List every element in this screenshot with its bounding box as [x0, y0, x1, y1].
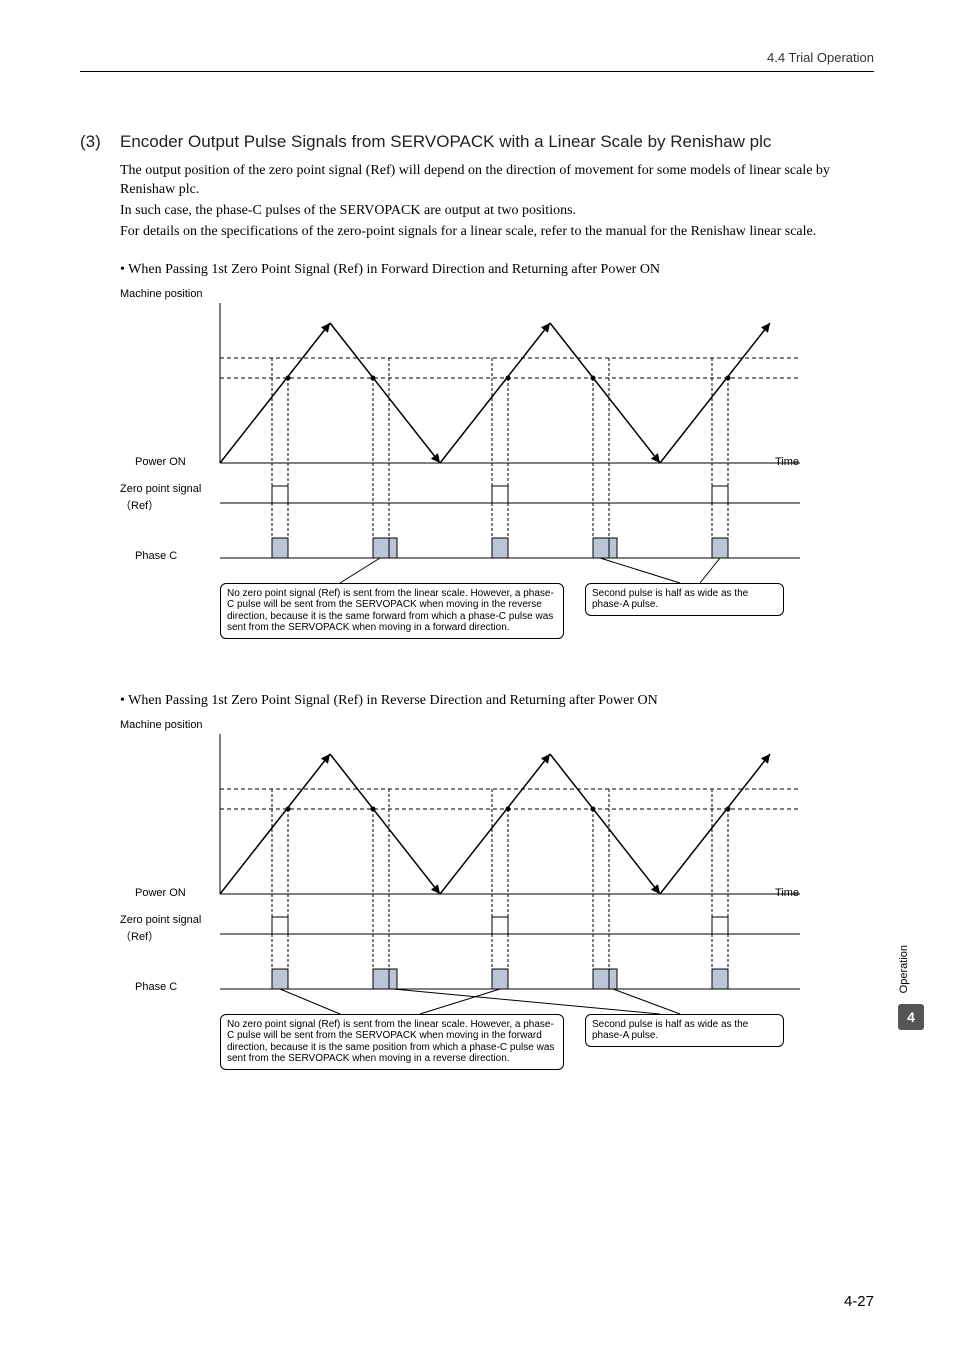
page-number: 4-27	[844, 1293, 874, 1310]
label-zero-point-1: Zero point signal	[120, 483, 201, 495]
label-zero-point-2: Zero point signal	[120, 914, 201, 926]
side-tab: Operation 4	[898, 945, 924, 1030]
case1-bullet: • When Passing 1st Zero Point Signal (Re…	[120, 262, 874, 278]
label-zero-point-ref-2: （Ref）	[120, 928, 159, 944]
case2-bullet: • When Passing 1st Zero Point Signal (Re…	[120, 693, 874, 709]
case1-diagram: Machine position	[120, 288, 840, 658]
label-phase-c-1: Phase C	[135, 550, 177, 562]
case1-callout-left: No zero point signal (Ref) is sent from …	[220, 583, 564, 639]
header-rule	[80, 71, 874, 72]
label-power-on-2: Power ON	[135, 887, 186, 899]
header-breadcrumb: 4.4 Trial Operation	[80, 50, 874, 71]
side-tab-chapter: 4	[898, 1004, 924, 1030]
case1-callout-right: Second pulse is half as wide as the phas…	[585, 583, 784, 616]
case2-callout-right: Second pulse is half as wide as the phas…	[585, 1014, 784, 1047]
section-number: (3)	[80, 132, 120, 152]
label-phase-c-2: Phase C	[135, 981, 177, 993]
section-title: Encoder Output Pulse Signals from SERVOP…	[120, 132, 874, 152]
label-time-2: Time	[775, 887, 799, 899]
label-zero-point-ref-1: （Ref）	[120, 497, 159, 513]
case2-callout-left: No zero point signal (Ref) is sent from …	[220, 1014, 564, 1070]
section-paragraph-3: For details on the specifications of the…	[120, 223, 874, 242]
section-paragraph-2: In such case, the phase-C pulses of the …	[120, 202, 874, 221]
side-tab-label: Operation	[898, 945, 910, 993]
label-time-1: Time	[775, 456, 799, 468]
label-power-on-1: Power ON	[135, 456, 186, 468]
section-paragraph-1: The output position of the zero point si…	[120, 162, 874, 200]
case2-diagram: Machine position	[120, 719, 840, 1089]
